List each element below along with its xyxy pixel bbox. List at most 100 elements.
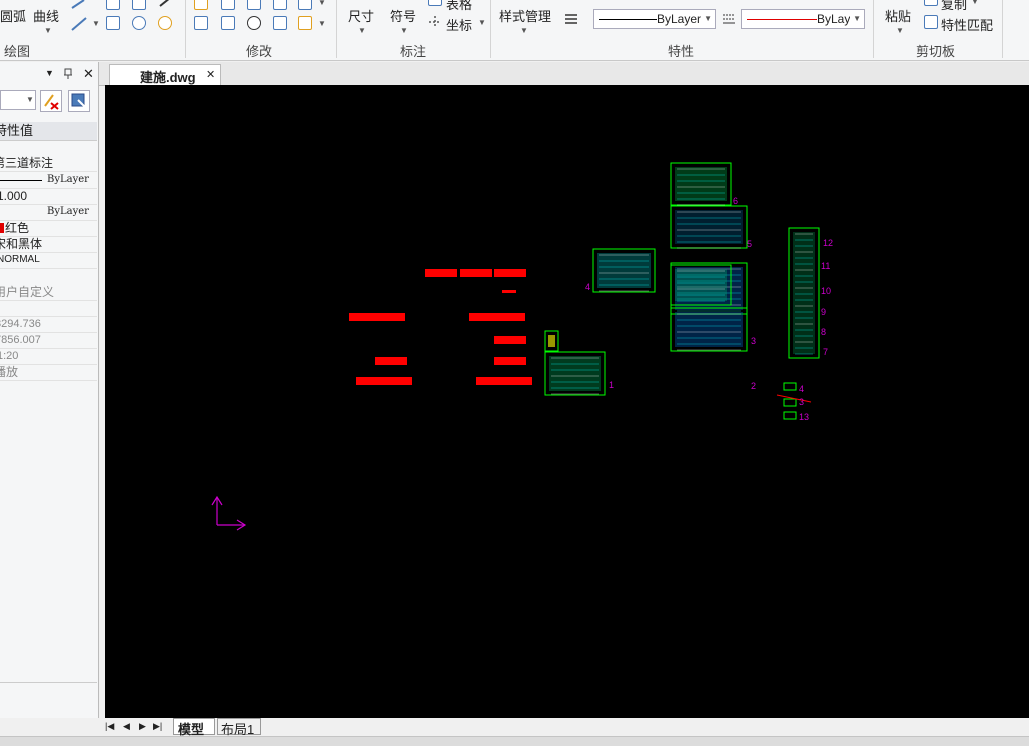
style-manager-button[interactable]: 样式管理 bbox=[499, 6, 551, 25]
ellipse-icon[interactable] bbox=[158, 16, 172, 30]
rectangle-icon[interactable] bbox=[106, 0, 120, 10]
sheet-content bbox=[549, 356, 601, 391]
hatch-icon[interactable] bbox=[106, 16, 120, 30]
dimension-button[interactable]: 尺寸 bbox=[348, 6, 374, 25]
quick-select-button[interactable] bbox=[40, 90, 62, 112]
chevron-down-icon[interactable]: ▼ bbox=[45, 68, 54, 78]
chevron-down-icon: ▼ bbox=[26, 95, 34, 104]
next-tab-icon[interactable]: ▶ bbox=[139, 721, 146, 732]
close-icon[interactable]: ✕ bbox=[83, 66, 94, 82]
linetype-combo[interactable]: ByLayer ▼ bbox=[593, 9, 716, 29]
prev-tab-icon[interactable]: ◀ bbox=[123, 721, 130, 732]
chevron-down-icon[interactable]: ▼ bbox=[44, 26, 52, 35]
prop-row[interactable]: ByLayer bbox=[0, 172, 97, 189]
prop-row[interactable]: 宋和黑体 bbox=[0, 236, 97, 253]
prop-row[interactable]: 3294.736 bbox=[0, 316, 97, 333]
match-props-icon[interactable] bbox=[924, 15, 938, 29]
stretch-icon[interactable] bbox=[247, 0, 261, 10]
polyline-button[interactable]: 曲线 bbox=[33, 6, 59, 25]
chevron-down-icon: ▼ bbox=[853, 14, 861, 23]
select-objects-button[interactable] bbox=[68, 90, 90, 112]
layout1-tab[interactable]: 布局1 bbox=[217, 718, 261, 737]
last-tab-icon[interactable]: ▶| bbox=[153, 721, 162, 732]
sheet-content bbox=[675, 167, 727, 201]
prop-row[interactable]: 第三道标注 bbox=[0, 155, 97, 172]
prop-row[interactable]: 7856.007 bbox=[0, 332, 97, 349]
document-tabbar: 建施.dwg ✕ bbox=[99, 62, 1029, 86]
copy-button[interactable]: 复制 bbox=[941, 0, 967, 13]
red-text-block bbox=[502, 290, 516, 293]
chevron-down-icon[interactable]: ▼ bbox=[318, 0, 326, 7]
chevron-down-icon[interactable]: ▼ bbox=[971, 0, 979, 6]
sheet-content bbox=[675, 312, 743, 347]
chevron-down-icon[interactable]: ▼ bbox=[358, 26, 366, 35]
rotate-icon[interactable] bbox=[247, 16, 261, 30]
prop-row[interactable]: 1:20 bbox=[0, 348, 97, 365]
match-props-button[interactable]: 特性匹配 bbox=[941, 15, 993, 34]
table-icon[interactable] bbox=[428, 0, 442, 6]
color-swatch bbox=[0, 223, 4, 233]
prop-row[interactable] bbox=[0, 300, 97, 317]
model-tab[interactable]: 模型 bbox=[173, 718, 215, 737]
drawing-svg: 1 234567891011121343 bbox=[211, 162, 833, 531]
line-icon[interactable] bbox=[70, 0, 96, 34]
color-combo[interactable]: ByLayer ▼ bbox=[741, 9, 865, 29]
prop-value: ByLayer bbox=[47, 174, 89, 185]
edit-icon[interactable] bbox=[298, 16, 312, 30]
offset-icon[interactable] bbox=[273, 16, 287, 30]
region-icon[interactable] bbox=[132, 0, 146, 10]
mirror-icon[interactable] bbox=[194, 16, 208, 30]
red-text-block bbox=[494, 336, 526, 344]
trim-icon[interactable] bbox=[221, 0, 235, 10]
scale-icon[interactable] bbox=[221, 16, 235, 30]
first-tab-icon[interactable]: |◀ bbox=[105, 721, 114, 732]
chevron-down-icon[interactable]: ▼ bbox=[520, 26, 528, 35]
lineweight-icon[interactable] bbox=[564, 12, 578, 24]
properties-panel: ▼ ✕ ▼ 特性值 第三道标注 ByLayer 1.000 ByLayer 红色… bbox=[0, 62, 99, 718]
prop-value: 播放 bbox=[0, 365, 19, 379]
red-text-block bbox=[375, 357, 407, 365]
chevron-down-icon[interactable]: ▼ bbox=[318, 19, 326, 28]
arc-button[interactable]: 圆弧 bbox=[0, 6, 26, 25]
prop-row[interactable]: ByLayer bbox=[0, 204, 97, 221]
erase-icon[interactable] bbox=[298, 0, 312, 10]
prop-value: 3294.736 bbox=[0, 318, 41, 330]
sheet-number: 8 bbox=[821, 327, 826, 337]
close-icon[interactable]: ✕ bbox=[206, 68, 215, 81]
file-tab[interactable]: 建施.dwg ✕ bbox=[109, 64, 221, 85]
prop-row[interactable]: 用户自定义 bbox=[0, 284, 97, 301]
prop-row[interactable]: 1.000 bbox=[0, 188, 97, 205]
move-icon[interactable] bbox=[194, 0, 208, 10]
copy-icon[interactable] bbox=[924, 0, 938, 6]
prop-value: 1:20 bbox=[0, 350, 19, 362]
coordinate-icon[interactable] bbox=[428, 14, 442, 30]
array-icon[interactable] bbox=[273, 0, 287, 10]
prop-row[interactable]: NORMAL bbox=[0, 252, 97, 269]
prop-row[interactable]: 红色 bbox=[0, 220, 97, 237]
color-value: ByLayer bbox=[817, 12, 850, 26]
pin-icon[interactable] bbox=[63, 68, 73, 80]
red-text-block bbox=[469, 313, 525, 321]
chevron-down-icon[interactable]: ▼ bbox=[92, 19, 100, 28]
prop-value: 7856.007 bbox=[0, 334, 41, 346]
prop-value: 宋和黑体 bbox=[0, 237, 43, 251]
sheet-number: 13 bbox=[799, 412, 809, 422]
drawing-canvas[interactable]: 1 2 3 4 5 6 7 8 9 10 11 12 13 4 3 bbox=[105, 85, 1029, 719]
sheet-number: 11 bbox=[821, 261, 830, 271]
chevron-down-icon: ▼ bbox=[704, 14, 712, 23]
red-text-block bbox=[494, 269, 526, 277]
sheet-number: 7 bbox=[823, 347, 828, 357]
chevron-down-icon[interactable]: ▼ bbox=[478, 18, 486, 27]
coordinate-button[interactable]: 坐标 bbox=[446, 15, 472, 34]
paste-button[interactable]: 粘贴 bbox=[885, 6, 911, 25]
circle-icon[interactable] bbox=[132, 16, 146, 30]
chevron-down-icon[interactable]: ▼ bbox=[400, 26, 408, 35]
chevron-down-icon[interactable]: ▼ bbox=[896, 26, 904, 35]
table-button[interactable]: 表格 bbox=[446, 0, 472, 13]
prop-row[interactable]: 播放 bbox=[0, 364, 97, 381]
linestyle-icon[interactable] bbox=[722, 12, 736, 24]
pick-icon[interactable] bbox=[158, 0, 172, 8]
symbol-button[interactable]: 符号 bbox=[390, 6, 416, 25]
drawing-sheet bbox=[783, 411, 797, 420]
object-select-combo[interactable]: ▼ bbox=[0, 90, 36, 110]
